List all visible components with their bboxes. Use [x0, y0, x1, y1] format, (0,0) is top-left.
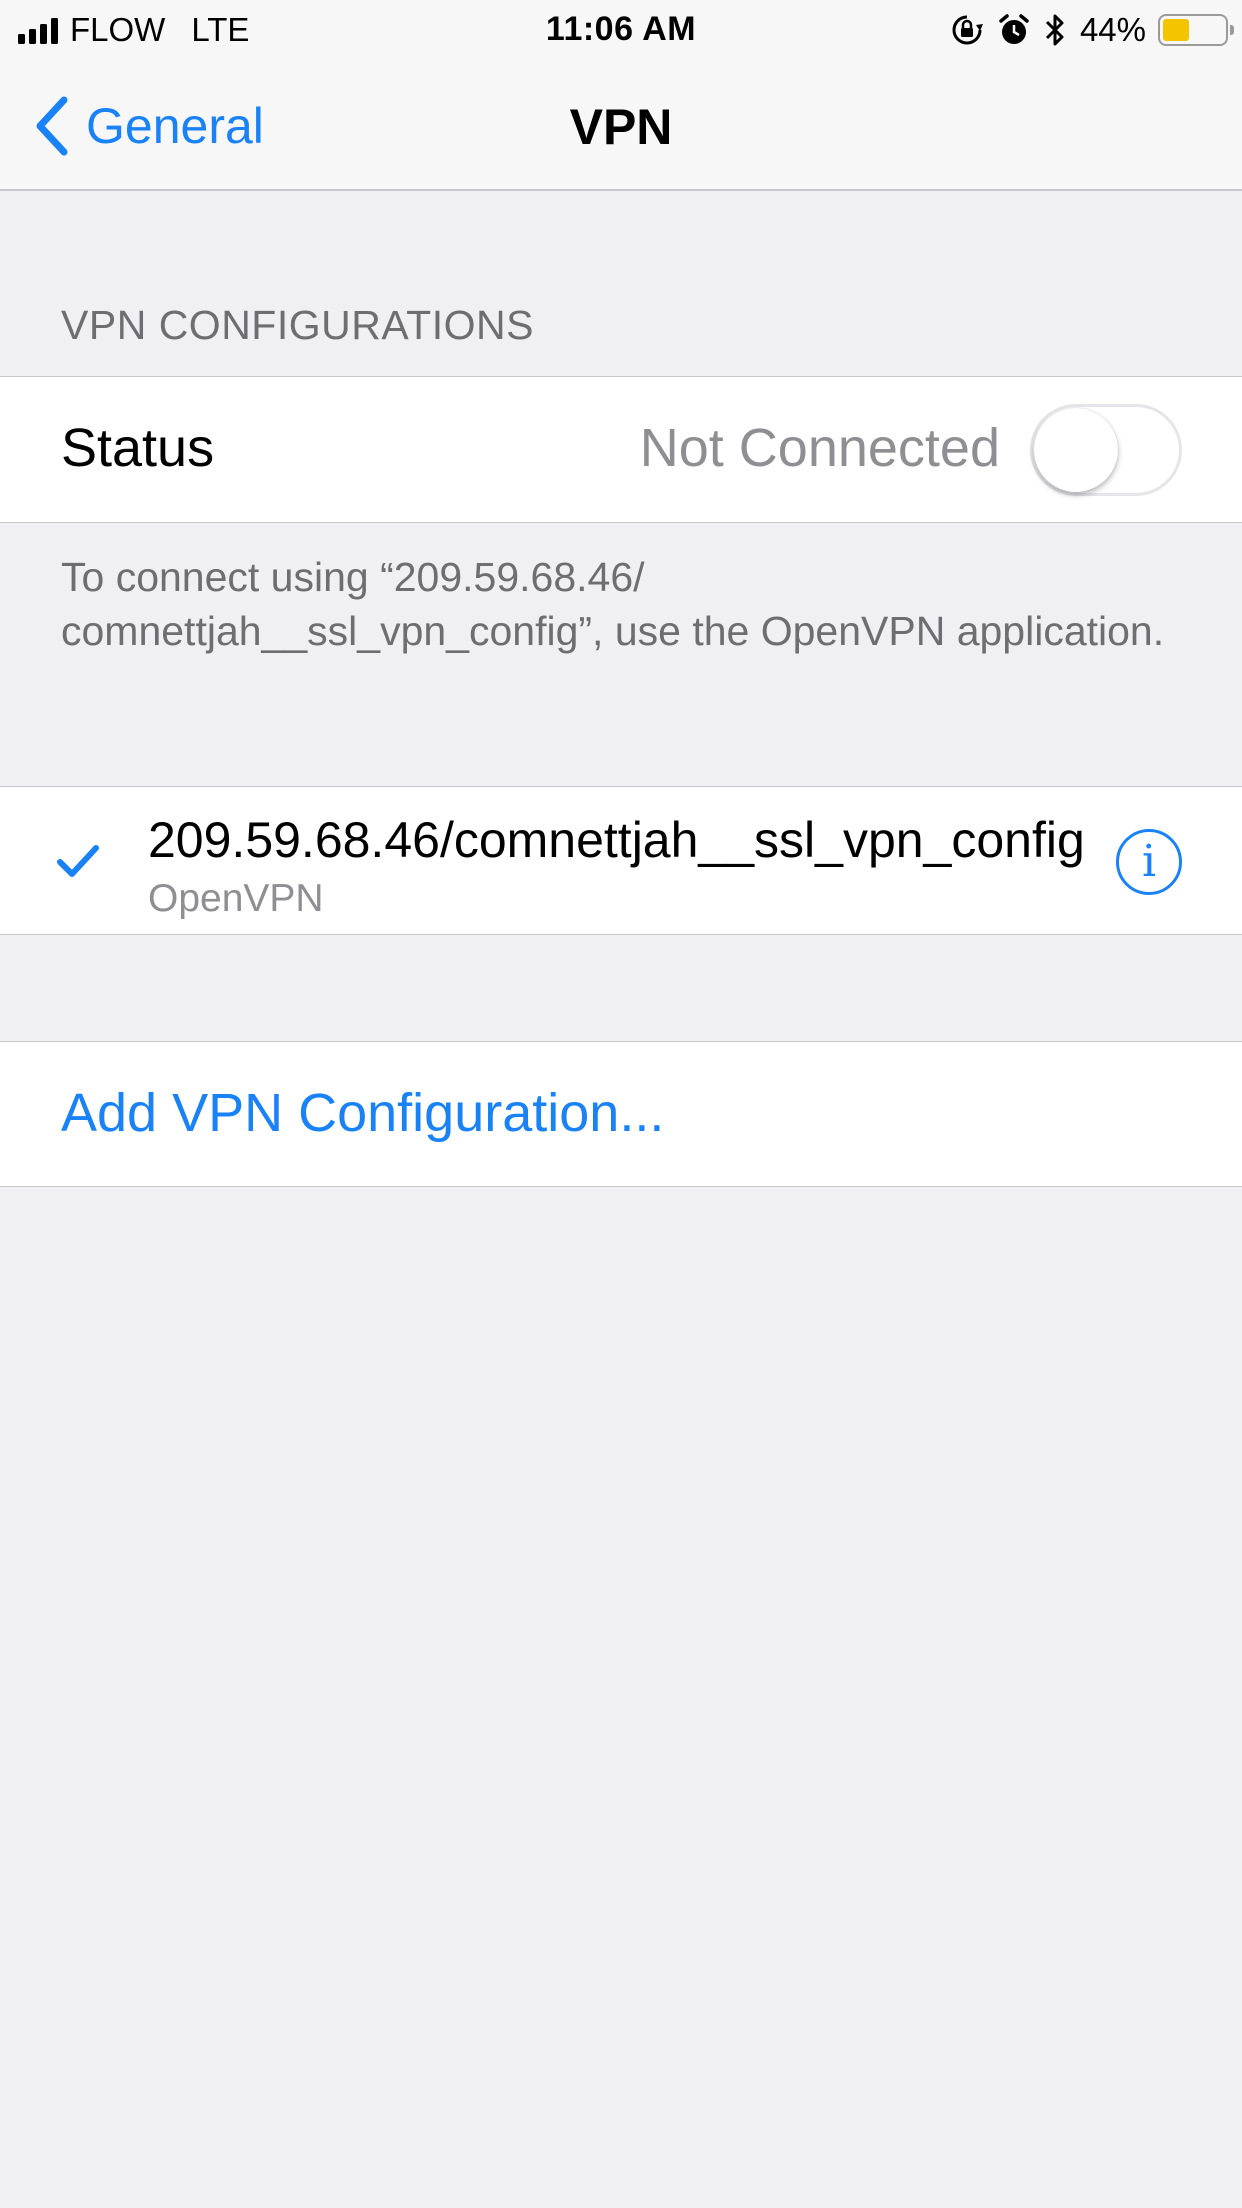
status-bar-right: 44%	[950, 10, 1234, 50]
status-row: Status Not Connected	[0, 376, 1242, 523]
page-title: VPN	[569, 99, 673, 155]
section-footer: To connect using “209.59.68.46/ comnettj…	[61, 554, 1165, 654]
add-vpn-configuration-button[interactable]: Add VPN Configuration...	[61, 1082, 664, 1144]
battery-level	[1163, 19, 1189, 41]
checkmark-icon	[56, 843, 100, 884]
battery-cap	[1230, 25, 1234, 35]
navigation-bar: General VPN	[0, 60, 1242, 191]
orientation-lock-icon	[950, 13, 984, 47]
status-value: Not Connected	[639, 418, 1000, 478]
bluetooth-icon	[1044, 12, 1066, 48]
battery-icon	[1158, 14, 1234, 46]
vpn-status-toggle[interactable]	[1030, 404, 1182, 496]
status-label: Status	[61, 418, 215, 478]
configuration-type: OpenVPN	[148, 877, 324, 920]
info-button[interactable]: i	[1116, 829, 1182, 895]
alarm-icon	[998, 13, 1030, 47]
battery-percentage: 44%	[1079, 11, 1146, 48]
add-configuration-row[interactable]: Add VPN Configuration...	[0, 1041, 1242, 1187]
vpn-configuration-row[interactable]: 209.59.68.46/comnettjah__ssl_vpn_config …	[0, 786, 1242, 935]
section-header: VPN CONFIGURATIONS	[61, 302, 534, 348]
toggle-knob[interactable]	[1034, 408, 1118, 492]
info-icon: i	[1141, 836, 1157, 887]
configuration-name: 209.59.68.46/comnettjah__ssl_vpn_config	[148, 812, 1085, 868]
status-bar: FLOW LTE 11:06 AM 44%	[0, 0, 1242, 60]
